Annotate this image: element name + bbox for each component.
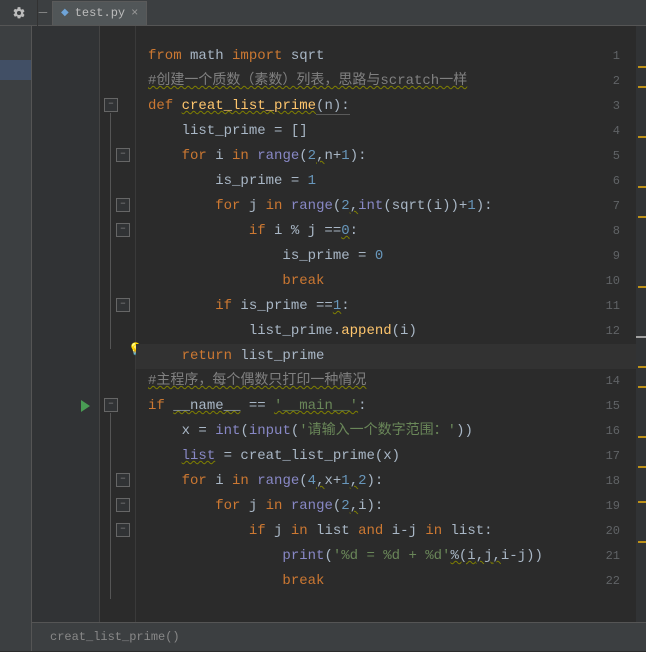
code-line[interactable]: if j in list and i-j in list: [136, 519, 646, 544]
code-line[interactable]: list_prime.append(i) [136, 319, 646, 344]
code-editor[interactable]: 1 2 3 4 5 6 7 8 9 10 11 12 13 14 15 16 1… [32, 26, 646, 651]
warning-marker[interactable] [638, 216, 646, 218]
breadcrumb-item[interactable]: creat_list_prime() [50, 630, 180, 644]
fold-guide [110, 413, 111, 599]
project-tool-strip[interactable] [0, 26, 32, 651]
warning-marker[interactable] [638, 136, 646, 138]
fold-toggle-icon[interactable]: − [116, 148, 130, 162]
code-line[interactable]: is_prime = 0 [136, 244, 646, 269]
code-line[interactable]: for j in range(2,i): [136, 494, 646, 519]
fold-toggle-icon[interactable]: − [116, 298, 130, 312]
fold-column[interactable] [100, 26, 136, 651]
settings-gear[interactable] [0, 0, 38, 26]
error-stripe[interactable] [636, 26, 646, 622]
caret-marker[interactable] [636, 336, 646, 338]
fold-toggle-icon[interactable]: − [116, 223, 130, 237]
warning-marker[interactable] [638, 436, 646, 438]
warning-marker[interactable] [638, 386, 646, 388]
code-line[interactable]: def creat_list_prime(n): [136, 94, 646, 119]
warning-marker[interactable] [638, 186, 646, 188]
code-line[interactable]: if __name__ == '__main__': [136, 394, 646, 419]
warning-marker[interactable] [638, 86, 646, 88]
fold-toggle-icon[interactable]: − [116, 198, 130, 212]
fold-guide [110, 113, 111, 349]
code-line[interactable]: if i % j ==0: [136, 219, 646, 244]
code-area[interactable]: from math import sqrt #创建一个质数（素数）列表，思路与s… [136, 26, 646, 622]
warning-marker[interactable] [638, 66, 646, 68]
toolbar-separator: — [38, 5, 48, 21]
fold-toggle-icon[interactable]: − [116, 498, 130, 512]
line-number-gutter[interactable] [32, 26, 100, 651]
code-line[interactable]: break [136, 269, 646, 294]
tab-filename: test.py [75, 6, 125, 20]
fold-toggle-icon[interactable]: − [116, 473, 130, 487]
warning-marker[interactable] [638, 541, 646, 543]
code-line[interactable]: #创建一个质数（素数）列表，思路与scratch一样 [136, 69, 646, 94]
code-line[interactable]: #主程序，每个偶数只打印一种情况 [136, 369, 646, 394]
warning-marker[interactable] [638, 366, 646, 368]
code-line[interactable]: x = int(input('请输入一个数字范围：')) [136, 419, 646, 444]
fold-toggle-icon[interactable]: − [104, 398, 118, 412]
breadcrumb-bar[interactable]: creat_list_prime() [32, 622, 646, 651]
code-line[interactable]: is_prime = 1 [136, 169, 646, 194]
code-line[interactable]: if is_prime ==1: [136, 294, 646, 319]
fold-toggle-icon[interactable]: − [116, 523, 130, 537]
fold-toggle-icon[interactable]: − [104, 98, 118, 112]
code-line[interactable]: list_prime = [] [136, 119, 646, 144]
warning-marker[interactable] [638, 466, 646, 468]
code-line[interactable]: print('%d = %d + %d'%(i,j,i-j)) [136, 544, 646, 569]
code-line[interactable]: return list_prime [136, 344, 646, 369]
code-line[interactable]: for j in range(2,int(sqrt(i))+1): [136, 194, 646, 219]
code-line[interactable]: for i in range(4,x+1,2): [136, 469, 646, 494]
editor-tab[interactable]: ◆ test.py × [52, 1, 147, 25]
code-line[interactable]: break [136, 569, 646, 594]
close-tab-icon[interactable]: × [131, 6, 138, 20]
run-gutter-icon[interactable] [81, 400, 90, 412]
python-file-icon: ◆ [61, 7, 69, 19]
project-strip-selection [0, 60, 31, 80]
code-line[interactable]: for i in range(2,n+1): [136, 144, 646, 169]
code-line[interactable]: list = creat_list_prime(x) [136, 444, 646, 469]
warning-marker[interactable] [638, 286, 646, 288]
code-line[interactable]: from math import sqrt [136, 44, 646, 69]
warning-marker[interactable] [638, 501, 646, 503]
